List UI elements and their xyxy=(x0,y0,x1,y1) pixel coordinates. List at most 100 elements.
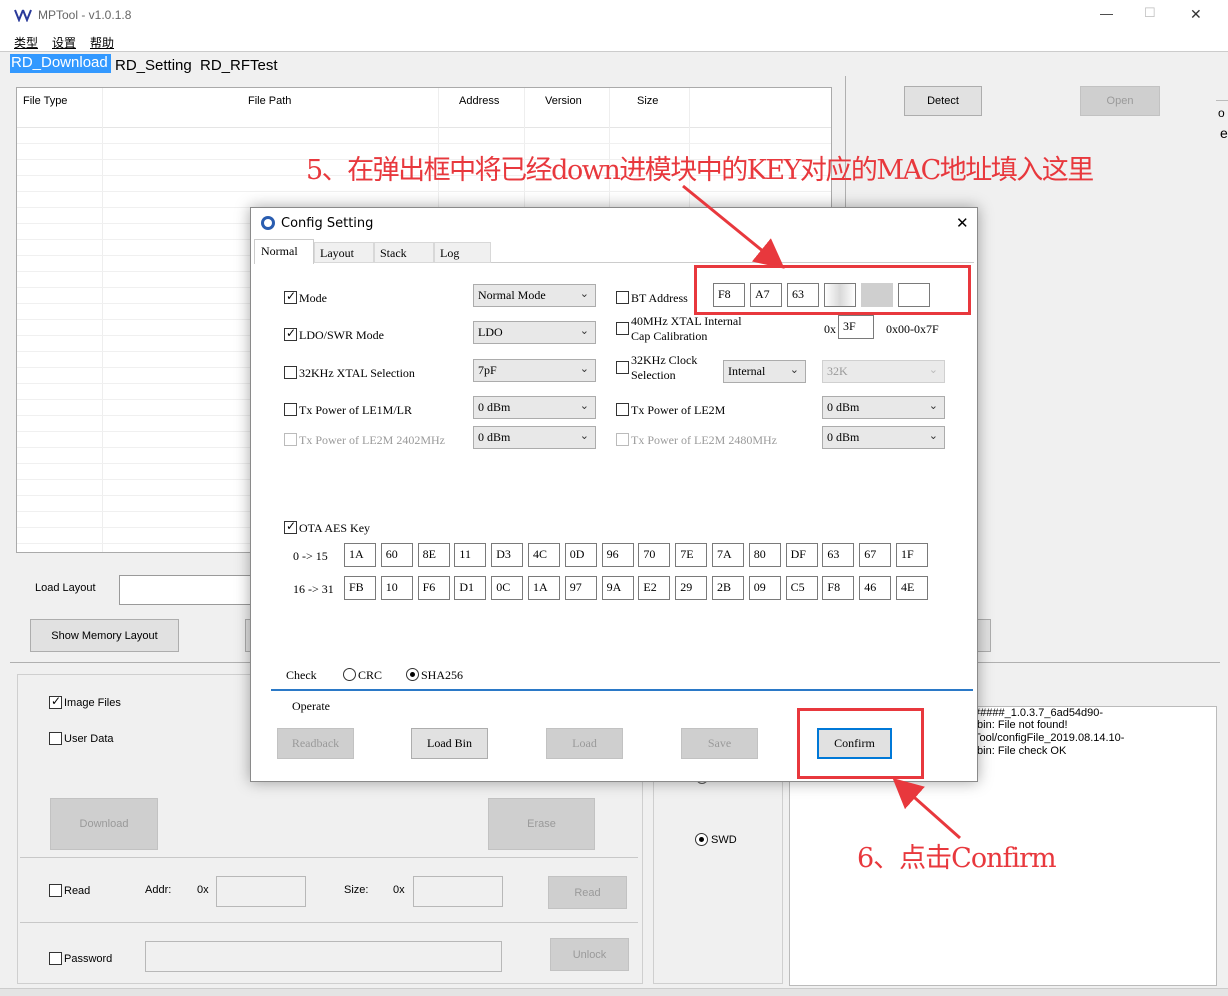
ota-key-byte[interactable]: 7E xyxy=(675,543,708,567)
crc-radio[interactable] xyxy=(343,668,356,681)
ldo-swr-select[interactable]: LDO ⌄ xyxy=(473,321,596,344)
unlock-button[interactable]: Unlock xyxy=(550,938,629,971)
ota-key-byte[interactable]: 11 xyxy=(454,543,487,567)
xtal32-select[interactable]: 7pF ⌄ xyxy=(473,359,596,382)
open-button[interactable]: Open xyxy=(1080,86,1160,116)
ota-key-byte[interactable]: F8 xyxy=(822,576,855,600)
ota-aes-key-checkbox[interactable] xyxy=(284,519,297,534)
xtal40-checkbox[interactable] xyxy=(616,322,629,335)
swd-radio[interactable] xyxy=(695,833,708,846)
ota-key-byte[interactable]: 97 xyxy=(564,576,597,600)
ota-key-byte[interactable]: 2B xyxy=(712,576,744,600)
ota-key-byte[interactable]: FB xyxy=(344,576,376,600)
load-button[interactable]: Load xyxy=(546,728,623,759)
clock32-source-select[interactable]: Internal ⌄ xyxy=(723,360,806,383)
ota-key-byte[interactable]: 1A xyxy=(528,576,560,600)
sha256-radio[interactable] xyxy=(406,668,419,681)
read-button[interactable]: Read xyxy=(548,876,627,909)
menu-item-settings[interactable]: 设置 xyxy=(52,34,76,51)
col-version: Version xyxy=(545,95,582,107)
mode-select[interactable]: Normal Mode ⌄ xyxy=(473,284,596,307)
tx-le2m-checkbox[interactable] xyxy=(616,403,629,416)
ota-key-byte[interactable]: 1F xyxy=(896,543,928,567)
dialog-tab-layout[interactable]: Layout xyxy=(314,242,374,263)
ota-key-byte[interactable]: DF xyxy=(785,543,818,567)
ota-key-byte[interactable]: 63 xyxy=(822,543,855,567)
ldo-swr-checkbox[interactable] xyxy=(284,326,297,341)
ota-key-byte[interactable]: 1A xyxy=(344,543,376,567)
tx-le2m-2480-label: Tx Power of LE2M 2480MHz xyxy=(631,433,777,447)
mode-checkbox[interactable] xyxy=(284,289,297,304)
tx-le2m-2480-checkbox[interactable] xyxy=(616,433,629,446)
password-label: Password xyxy=(64,953,113,965)
window-title: MPTool - v1.0.1.8 xyxy=(38,8,132,22)
ota-key-byte[interactable]: 80 xyxy=(748,543,781,567)
show-memory-layout-button[interactable]: Show Memory Layout xyxy=(30,619,179,652)
ota-key-byte[interactable]: D3 xyxy=(491,543,524,567)
ota-key-byte[interactable]: 96 xyxy=(601,543,634,567)
menu-item-help[interactable]: 帮助 xyxy=(90,34,114,51)
ota-key-byte[interactable]: 9A xyxy=(601,576,634,600)
ota-key-byte[interactable]: C5 xyxy=(785,576,818,600)
tx-le1m-checkbox[interactable] xyxy=(284,403,297,416)
save-button[interactable]: Save xyxy=(681,728,758,759)
ota-key-byte[interactable]: 4E xyxy=(896,576,928,600)
read-checkbox[interactable] xyxy=(49,884,62,897)
password-checkbox[interactable] xyxy=(49,952,62,965)
readback-button[interactable]: Readback xyxy=(277,728,354,759)
download-button[interactable]: Download xyxy=(50,798,158,850)
chevron-down-icon: ⌄ xyxy=(928,430,938,442)
user-data-checkbox[interactable] xyxy=(49,732,62,745)
clock32-freq-select[interactable]: 32K ⌄ xyxy=(822,360,945,383)
dialog-tab-normal[interactable]: Normal xyxy=(254,239,314,264)
ota-key-byte[interactable]: 4C xyxy=(528,543,560,567)
bt-address-checkbox[interactable] xyxy=(616,291,629,304)
tx-le2m-2480-select[interactable]: 0 dBm ⌄ xyxy=(822,426,945,449)
ota-key-byte[interactable]: 0D xyxy=(564,543,597,567)
dialog-tab-log[interactable]: Log xyxy=(434,242,491,263)
clock32-checkbox[interactable] xyxy=(616,361,629,374)
xtal40-value-input[interactable]: 3F xyxy=(838,315,874,339)
ota-key-byte[interactable]: 7A xyxy=(712,543,744,567)
ota-key-byte[interactable]: D1 xyxy=(454,576,487,600)
tx-le2m-select[interactable]: 0 dBm ⌄ xyxy=(822,396,945,419)
size-input[interactable] xyxy=(413,876,503,907)
tab-rd-setting-label: RD_Setting xyxy=(115,57,192,74)
xtal40-label-line2: Cap Calibration xyxy=(631,329,708,343)
ota-key-byte[interactable]: E2 xyxy=(638,576,671,600)
user-data-label: User Data xyxy=(64,733,114,745)
maximize-icon[interactable]: ☐ xyxy=(1144,5,1156,21)
dialog-close-icon[interactable]: ✕ xyxy=(956,214,969,232)
close-window-icon[interactable]: ✕ xyxy=(1190,6,1202,23)
tab-rd-download[interactable]: RD_Download xyxy=(10,54,111,73)
load-bin-button[interactable]: Load Bin xyxy=(411,728,488,759)
tx-le2m-2402-select[interactable]: 0 dBm ⌄ xyxy=(473,426,596,449)
ota-key-byte[interactable]: 60 xyxy=(380,543,413,567)
ota-key-byte[interactable]: 70 xyxy=(638,543,671,567)
ota-row2-label: 16 -> 31 xyxy=(293,582,334,596)
ota-key-byte[interactable]: 46 xyxy=(859,576,892,600)
minimize-icon[interactable]: — xyxy=(1100,6,1113,21)
xtal32-checkbox[interactable] xyxy=(284,366,297,379)
image-files-label: Image Files xyxy=(64,697,121,709)
image-files-checkbox[interactable] xyxy=(49,694,62,709)
password-input[interactable] xyxy=(145,941,502,972)
ota-key-byte[interactable]: 29 xyxy=(675,576,708,600)
menu-item-type[interactable]: 类型 xyxy=(14,34,38,51)
ota-key-byte[interactable]: 67 xyxy=(859,543,892,567)
ota-key-byte[interactable]: 10 xyxy=(380,576,413,600)
erase-button[interactable]: Erase xyxy=(488,798,595,850)
ota-key-byte[interactable]: 0C xyxy=(491,576,524,600)
ota-key-byte[interactable]: F6 xyxy=(417,576,450,600)
tab-rd-rftest[interactable]: RD_RFTest xyxy=(200,57,278,74)
dialog-tab-stack[interactable]: Stack xyxy=(374,242,434,263)
tx-le2m-2402-checkbox[interactable] xyxy=(284,433,297,446)
ota-key-byte[interactable]: 09 xyxy=(748,576,781,600)
load-layout-input[interactable] xyxy=(119,575,259,605)
tab-rd-setting[interactable]: RD_Setting xyxy=(115,57,199,75)
detect-button[interactable]: Detect xyxy=(904,86,982,116)
ota-key-byte[interactable]: 8E xyxy=(417,543,450,567)
addr-input[interactable] xyxy=(216,876,306,907)
clock32-label-line1: 32KHz Clock xyxy=(631,353,698,367)
tx-le1m-select[interactable]: 0 dBm ⌄ xyxy=(473,396,596,419)
